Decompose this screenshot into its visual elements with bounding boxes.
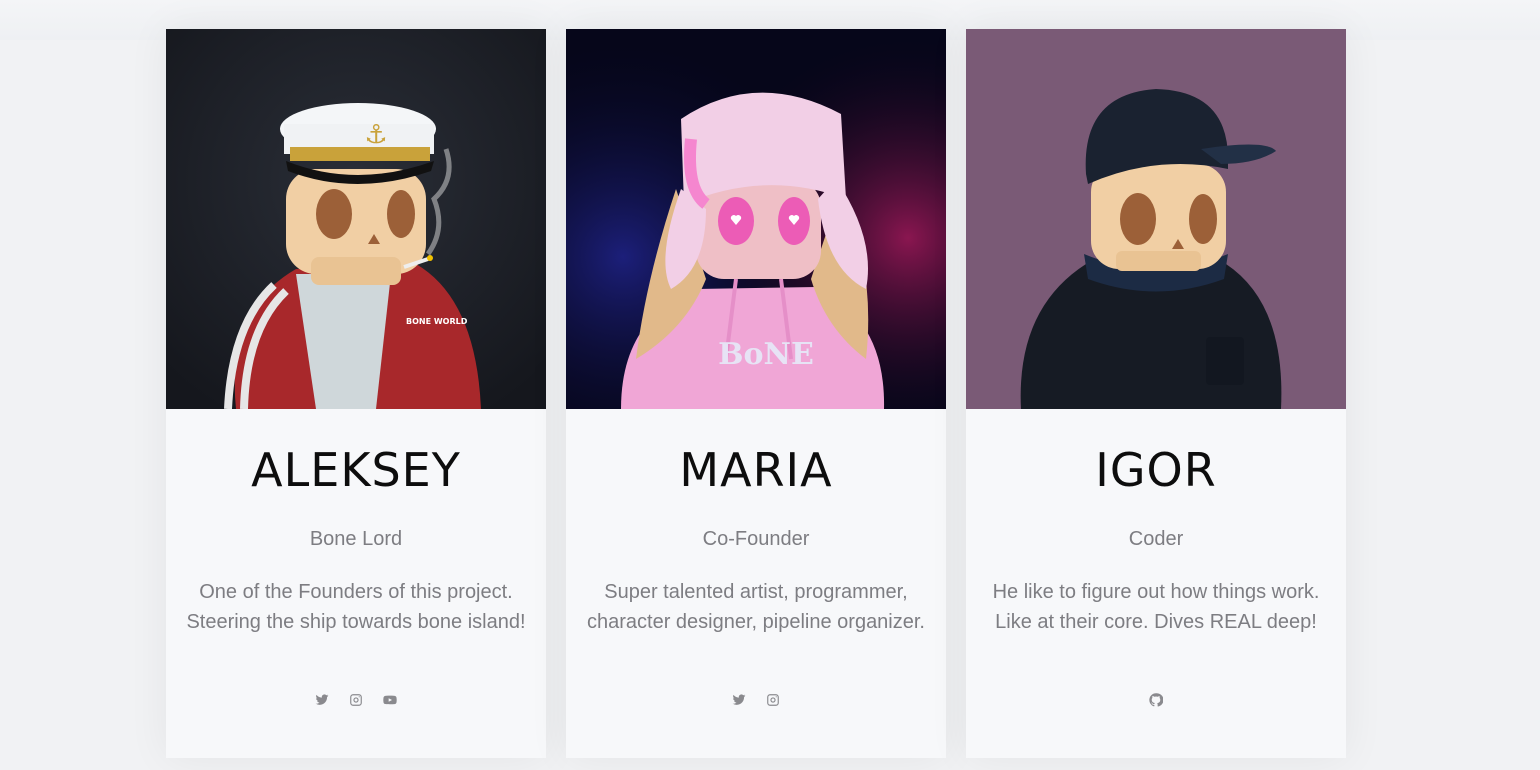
social-links [966,692,1346,712]
member-bio: One of the Founders of this project. Ste… [186,581,526,633]
team-card-aleksey: BONE WORLD ⚓ ALEKSEY Bone Lord One of th… [166,29,546,758]
member-name: ALEKSEY [251,443,461,497]
skull-cap-avatar [966,29,1346,409]
twitter-icon[interactable] [731,692,747,708]
member-role: Co-Founder [702,528,810,550]
skull-captain-avatar: BONE WORLD ⚓ [166,29,546,409]
hoodie-print: BoNE [718,337,814,372]
jacket-print: BONE WORLD [406,317,468,326]
team-section: BONE WORLD ⚓ ALEKSEY Bone Lord One of th… [166,29,1346,758]
twitter-icon[interactable] [314,692,330,708]
instagram-icon[interactable] [765,692,781,708]
portrait-aleksey: BONE WORLD ⚓ [166,29,546,409]
social-links [166,692,546,712]
member-bio: He like to figure out how things work. L… [992,581,1320,633]
portrait-igor [966,29,1346,409]
youtube-icon[interactable] [382,692,398,708]
svg-text:⚓: ⚓ [364,120,387,150]
member-name: IGOR [1095,443,1217,497]
github-icon[interactable] [1148,692,1164,708]
member-bio: Super talented artist, programmer, chara… [587,581,925,633]
team-card-maria: BoNE MARIA Co-Founder Super talented art… [566,29,946,758]
portrait-maria: BoNE [566,29,946,409]
member-role: Coder [1128,528,1184,550]
skull-ushanka-avatar: BoNE [566,29,946,409]
member-role: Bone Lord [309,528,403,550]
member-name: MARIA [679,443,833,497]
social-links [566,692,946,712]
instagram-icon[interactable] [348,692,364,708]
team-card-igor: IGOR Coder He like to figure out how thi… [966,29,1346,758]
